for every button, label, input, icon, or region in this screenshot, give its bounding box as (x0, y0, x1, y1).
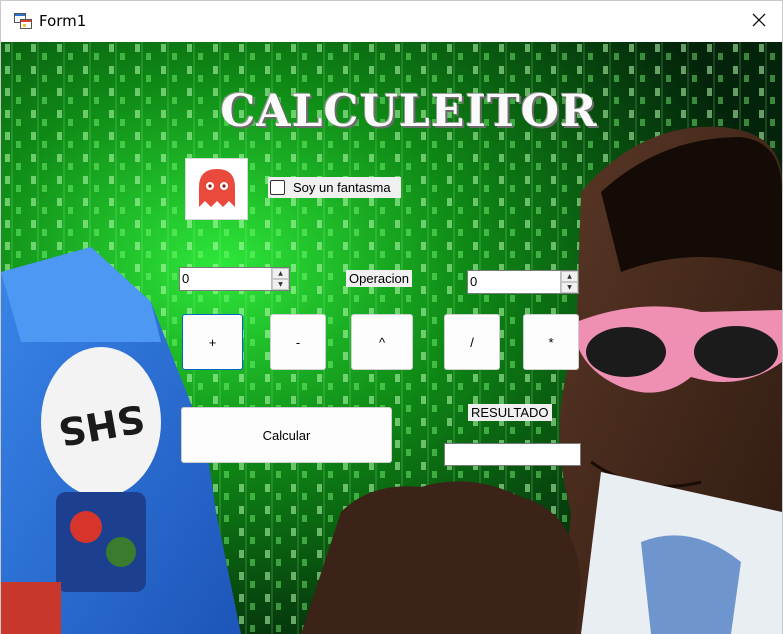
ghost-icon (195, 167, 239, 212)
calculate-button[interactable]: Calcular (181, 407, 392, 463)
number2-spin: ▲ ▼ (560, 271, 578, 293)
operation-label: Operacion (346, 270, 412, 287)
close-icon (752, 13, 766, 30)
number2-stepper[interactable]: 0 ▲ ▼ (467, 270, 579, 294)
number1-value[interactable]: 0 (180, 268, 271, 290)
multiply-button[interactable]: * (523, 314, 579, 370)
power-button[interactable]: ^ (351, 314, 413, 370)
number1-up-arrow-icon[interactable]: ▲ (272, 268, 289, 279)
window-title: Form1 (39, 12, 87, 30)
close-button[interactable] (736, 1, 782, 42)
checkbox-label: Soy un fantasma (293, 180, 391, 195)
ghost-picture (185, 158, 248, 220)
number2-down-arrow-icon[interactable]: ▼ (561, 282, 578, 293)
number2-value[interactable]: 0 (468, 271, 560, 293)
app-heading: CALCULEITOR (220, 86, 598, 137)
result-label: RESULTADO (468, 404, 552, 421)
divide-button[interactable]: / (444, 314, 500, 370)
ghost-checkbox[interactable]: Soy un fantasma (268, 177, 401, 198)
form-client-area: SHS CALCULEITOR Soy un fantasma 0 ▲ ▼ Op… (1, 42, 782, 634)
subtract-button[interactable]: - (270, 314, 326, 370)
number1-stepper[interactable]: 0 ▲ ▼ (179, 267, 290, 291)
checkbox-box[interactable] (270, 180, 285, 195)
add-button[interactable]: + (182, 314, 243, 370)
number1-spin: ▲ ▼ (271, 268, 289, 290)
number1-down-arrow-icon[interactable]: ▼ (272, 279, 289, 290)
number2-up-arrow-icon[interactable]: ▲ (561, 271, 578, 282)
form1-window: Form1 SHS CALCULEITOR Soy un fantasma 0 … (0, 0, 783, 634)
windows-form-icon (14, 13, 32, 29)
result-field[interactable] (444, 443, 581, 466)
title-bar: Form1 (1, 1, 782, 42)
